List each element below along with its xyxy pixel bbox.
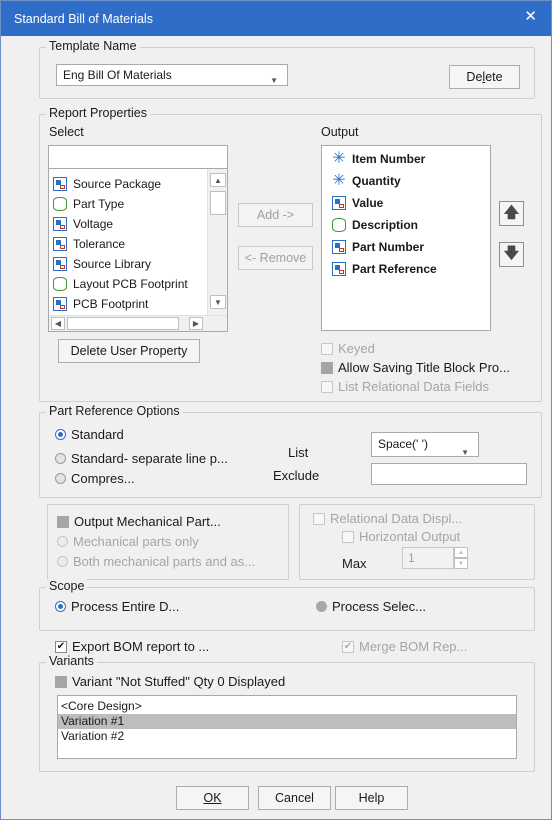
template-select[interactable]: Eng Bill Of Materials ▼ [56,64,288,86]
list-item[interactable]: Source Package [53,174,161,194]
scroll-thumb[interactable] [210,191,226,215]
asterisk-icon: ✳ [332,172,346,189]
compress-radio[interactable]: Compres... [55,471,135,486]
merge-bom-checkbox[interactable]: ✔ Merge BOM Rep... [342,639,467,654]
list-item[interactable]: Part Number [332,237,424,257]
list-item[interactable]: <Core Design> [58,699,516,714]
list-label: List [288,445,309,460]
template-name-label: Template Name [46,39,140,53]
report-properties-label: Report Properties [46,106,150,120]
exclude-label: Exclude [273,468,320,483]
list-item[interactable]: Description [332,215,418,235]
bom-dialog: Standard Bill of Materials ✕ Template Na… [0,0,552,820]
output-label: Output [321,125,359,139]
spin-down-icon[interactable]: ▼ [454,558,468,569]
list-item[interactable]: Part Type [53,194,124,214]
property-icon [332,196,346,210]
list-relational-checkbox[interactable]: List Relational Data Fields [321,379,489,394]
scroll-left-icon[interactable]: ◀ [51,317,65,330]
delete-template-button[interactable]: Delete [449,65,520,89]
list-item[interactable]: Layout PCB Footprint [53,274,188,294]
output-mechanical-checkbox[interactable]: Output Mechanical Part... [57,514,221,529]
horizontal-scrollbar[interactable]: ◀ ▶ [49,315,227,331]
asterisk-icon: ✳ [332,150,346,167]
relational-display-checkbox[interactable]: Relational Data Displ... [313,511,462,526]
variants-list[interactable]: <Core Design> Variation #1 Variation #2 [57,695,517,759]
scroll-right-icon[interactable]: ▶ [189,317,203,330]
move-up-icon[interactable]: 🡅 [499,201,524,226]
spin-up-icon[interactable]: ▲ [454,547,468,558]
hscroll-thumb[interactable] [67,317,179,330]
max-label: Max [342,556,367,571]
property-icon [53,257,67,271]
property-icon [53,217,67,231]
list-item[interactable]: ✳ Item Number [332,149,425,169]
list-item[interactable]: PCB Footprint [53,294,148,314]
horizontal-output-checkbox[interactable]: Horizontal Output [342,529,460,544]
remove-button[interactable]: <- Remove [238,246,313,270]
max-input[interactable]: 1 [402,547,454,569]
ok-button[interactable]: OK [176,786,249,810]
add-button[interactable]: Add -> [238,203,313,227]
close-icon[interactable]: ✕ [524,7,537,25]
help-button[interactable]: Help [335,786,408,810]
standard-separate-radio[interactable]: Standard- separate line p... [55,451,228,466]
export-bom-checkbox[interactable]: ✔ Export BOM report to ... [55,639,209,654]
move-down-icon[interactable]: 🡇 [499,242,524,267]
standard-radio[interactable]: Standard [55,427,124,442]
variants-label: Variants [46,654,97,668]
keyed-checkbox[interactable]: Keyed [321,341,375,356]
title-bar[interactable]: Standard Bill of Materials ✕ [1,1,551,36]
scroll-down-icon[interactable]: ▼ [210,295,226,309]
list-item[interactable]: Part Reference [332,259,437,279]
select-properties-list[interactable]: Source Package Part Type Voltage Toleran… [48,168,228,332]
list-item[interactable]: Value [332,193,383,213]
cylinder-icon [53,197,67,211]
window-title: Standard Bill of Materials [14,12,153,26]
both-mechanical-radio[interactable]: Both mechanical parts and as... [57,554,255,569]
list-item[interactable]: ✳ Quantity [332,171,400,191]
vertical-scrollbar[interactable]: ▲ ▼ [207,169,227,315]
scope-label: Scope [46,579,88,593]
part-reference-label: Part Reference Options [46,404,183,418]
list-item[interactable]: Tolerance [53,234,125,254]
list-item[interactable]: Variation #2 [58,729,516,744]
property-icon [53,297,67,311]
scroll-up-icon[interactable]: ▲ [210,173,226,187]
property-icon [53,177,67,191]
cylinder-icon [332,218,346,232]
list-separator-select[interactable]: Space(' ') ▼ [371,432,479,457]
property-icon [53,237,67,251]
output-properties-list[interactable]: ✳ Item Number ✳ Quantity Value Description… [321,145,491,331]
property-icon [332,262,346,276]
list-item[interactable]: Source Library [53,254,151,274]
mechanical-only-radio[interactable]: Mechanical parts only [57,534,199,549]
allow-saving-checkbox[interactable]: Allow Saving Title Block Pro... [321,360,510,375]
process-selection-radio[interactable]: Process Selec... [316,599,426,614]
list-item[interactable]: Variation #1 [58,714,516,729]
property-icon [332,240,346,254]
cylinder-icon [53,277,67,291]
list-item[interactable]: Voltage [53,214,113,234]
template-select-value: Eng Bill Of Materials [63,68,172,82]
delete-user-property-button[interactable]: Delete User Property [58,339,200,363]
process-entire-radio[interactable]: Process Entire D... [55,599,179,614]
chevron-down-icon: ▼ [270,76,278,85]
variant-not-stuffed-checkbox[interactable]: Variant "Not Stuffed" Qty 0 Displayed [55,674,285,689]
select-filter-input[interactable] [48,145,228,169]
cancel-button[interactable]: Cancel [258,786,331,810]
chevron-down-icon: ▼ [461,448,469,457]
exclude-input[interactable] [371,463,527,485]
select-label: Select [49,125,84,139]
